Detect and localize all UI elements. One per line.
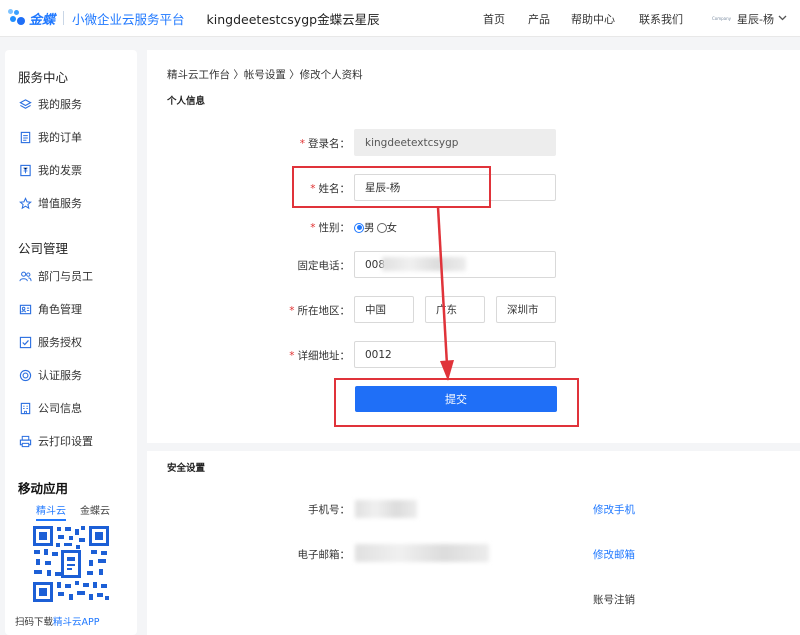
sidebar-item-my-services[interactable]: 我的服务 (18, 96, 82, 112)
printer-icon (18, 434, 32, 448)
personal-info-title: 个人信息 (167, 96, 206, 107)
sidebar-item-label: 云打印设置 (38, 435, 93, 448)
submit-button[interactable]: 提交 (355, 386, 557, 412)
id-card-icon (18, 302, 32, 316)
sidebar-item-label: 角色管理 (38, 303, 82, 316)
sidebar-item-label: 公司信息 (38, 402, 82, 415)
gender-male-label: 男 (364, 222, 375, 234)
sidebar-item-label: 我的服务 (38, 98, 82, 111)
gender-female-radio[interactable] (376, 222, 387, 233)
user-name: 星辰-杨 (737, 12, 775, 26)
gender-label: * 性别： (310, 222, 350, 234)
main-content: 精斗云工作台 〉帐号设置 〉修改个人资料 个人信息 * 登录名： kingdeet… (147, 50, 800, 635)
region-country-select[interactable]: 中国 (354, 296, 414, 323)
name-input[interactable]: 星辰-杨 (354, 174, 556, 201)
sidebar-item-cloud-print[interactable]: 云打印设置 (18, 433, 93, 449)
redacted-email (355, 544, 489, 562)
qr-caption-app: 精斗云APP (53, 617, 100, 628)
gender-radio-group: 男 女 (354, 220, 397, 235)
document-icon (18, 130, 32, 144)
email-label: 电子邮箱： (297, 549, 351, 561)
nav-home[interactable]: 首页 (483, 11, 505, 27)
name-label: * 姓名： (310, 183, 350, 195)
invoice-icon (18, 163, 32, 177)
sidebar-item-label: 增值服务 (38, 197, 82, 210)
breadcrumb: 精斗云工作台 〉帐号设置 〉修改个人资料 (167, 69, 363, 81)
layers-icon (18, 97, 32, 111)
star-icon (18, 196, 32, 210)
sidebar-item-authorization[interactable]: 服务授权 (18, 334, 82, 350)
qr-code-icon (31, 524, 111, 604)
sidebar-item-company-info[interactable]: 公司信息 (18, 400, 82, 416)
login-name-label: * 登录名： (299, 138, 350, 150)
sidebar-item-departments[interactable]: 部门与员工 (18, 268, 93, 284)
platform-name: 小微企业云服务平台 (72, 11, 185, 27)
address-label: * 详细地址： (289, 350, 350, 362)
sidebar-item-label: 认证服务 (38, 369, 82, 382)
logo-divider (63, 11, 65, 25)
top-nav: 首页 产品 帮助中心 联系我们 (483, 0, 683, 37)
brand-name: 金蝶 (29, 12, 56, 28)
gender-female-label: 女 (386, 222, 398, 234)
target-icon (18, 368, 32, 382)
sidebar-item-my-orders[interactable]: 我的订单 (18, 129, 82, 145)
gender-male-radio[interactable] (354, 222, 364, 233)
company-management-title: 公司管理 (18, 241, 69, 256)
security-settings-title: 安全设置 (167, 463, 206, 474)
sidebar-item-label: 服务授权 (38, 336, 82, 349)
nav-products[interactable]: 产品 (528, 11, 550, 27)
sidebar-item-value-added[interactable]: 增值服务 (18, 195, 82, 211)
change-phone-link[interactable]: 修改手机 (593, 502, 635, 517)
change-email-link[interactable]: 修改邮箱 (593, 547, 635, 562)
top-header: 金蝶 小微企业云服务平台 kingdeetestcsygp金蝶云星辰 首页 产品… (0, 0, 800, 37)
service-center-title: 服务中心 (18, 70, 69, 85)
users-icon (18, 269, 32, 283)
sidebar-item-my-invoices[interactable]: 我的发票 (18, 162, 82, 178)
checkbox-icon (18, 335, 32, 349)
redacted-mobile (355, 500, 417, 518)
nav-help-center[interactable]: 帮助中心 (571, 11, 615, 27)
qr-caption-prefix: 扫码下载 (15, 617, 54, 628)
tab-kingdee-cloud[interactable]: 金蝶云 (80, 502, 110, 517)
sidebar-item-label: 部门与员工 (38, 270, 93, 283)
login-name-field: kingdeetextcsygp (354, 129, 556, 156)
region-label: * 所在地区： (289, 305, 350, 317)
sidebar-item-roles[interactable]: 角色管理 (18, 301, 82, 317)
landline-label: 固定电话： (297, 260, 351, 272)
building-icon (18, 401, 32, 415)
address-input[interactable]: 0012 (354, 341, 556, 368)
section-divider (147, 443, 800, 451)
user-menu[interactable]: Company 星辰-杨 (712, 0, 787, 37)
region-city-select[interactable]: 深圳市 (496, 296, 556, 323)
mobile-apps-title: 移动应用 (18, 481, 69, 496)
sidebar: 服务中心 我的服务 我的订单 我的发票 增值服务 公司管理 部门与员工 角色管理… (5, 50, 137, 635)
company-title: kingdeetestcsygp金蝶云星辰 (206, 11, 380, 27)
cancel-account-link[interactable]: 账号注销 (593, 592, 635, 607)
logo[interactable]: 金蝶 小微企业云服务平台 (8, 9, 185, 28)
tab-jingdouyun[interactable]: 精斗云 (36, 502, 66, 521)
sidebar-item-label: 我的订单 (38, 131, 82, 144)
nav-contact-us[interactable]: 联系我们 (639, 11, 683, 27)
mobile-label: 手机号： (308, 504, 350, 516)
redacted-phone (382, 257, 466, 271)
qr-caption: 扫码下载精斗云APP (15, 614, 99, 628)
chevron-down-icon (778, 14, 787, 24)
sidebar-item-label: 我的发票 (38, 164, 82, 177)
user-avatar: Company (712, 16, 732, 21)
sidebar-item-certification[interactable]: 认证服务 (18, 367, 82, 383)
logo-icon (8, 9, 26, 27)
region-province-select[interactable]: 广东 (425, 296, 485, 323)
